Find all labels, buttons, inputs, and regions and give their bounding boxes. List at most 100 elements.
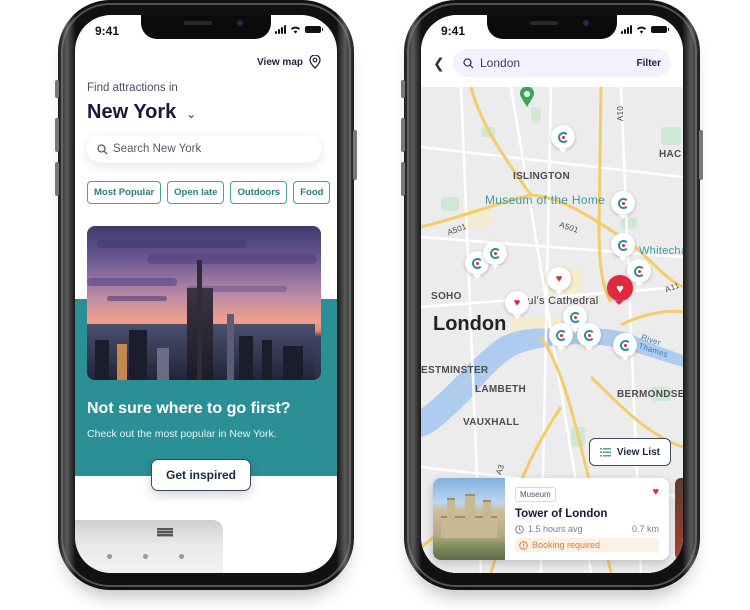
map-pin-attraction[interactable]: [611, 191, 635, 219]
list-icon: [599, 447, 611, 456]
map-pin-attraction[interactable]: [613, 333, 637, 361]
map-label-hackney: HAC: [659, 149, 682, 160]
booking-notice: Booking required: [515, 538, 659, 552]
power-button: [353, 130, 357, 180]
map-label-whitechapel: Whitechap: [639, 245, 683, 257]
attraction-thumbnail[interactable]: [75, 520, 223, 573]
new-york-skyline-image[interactable]: [87, 226, 321, 380]
map-label-lambeth: LAMBETH: [475, 384, 526, 395]
heart-icon: ♥: [616, 280, 624, 296]
status-bar: 9:41: [75, 15, 337, 45]
alert-circle-icon: [519, 540, 528, 550]
search-value: London: [480, 56, 521, 70]
booking-notice-text: Booking required: [532, 540, 601, 550]
battery-icon: [305, 26, 323, 33]
wifi-icon: [290, 26, 301, 34]
search-input[interactable]: Search New York: [87, 135, 321, 163]
attraction-marker-icon: [471, 257, 483, 269]
chip-most-popular[interactable]: Most Popular: [87, 181, 162, 204]
distance-text: 0.7 km: [631, 524, 659, 534]
attraction-title: Tower of London: [515, 508, 608, 520]
cellular-signal-icon: [621, 25, 632, 34]
search-icon: [463, 57, 474, 68]
power-button: [699, 130, 703, 180]
attraction-card[interactable]: Museum ♥ Tower of London 1.5 hours avg 0…: [433, 478, 669, 560]
vent-detail: [157, 528, 173, 537]
screen-explore: 9:41 View map Find attractions in New Yo…: [75, 15, 337, 573]
map-pin-attraction[interactable]: [551, 125, 575, 153]
map-view[interactable]: ISLINGTON Museum of the Home HAC Whitech…: [421, 87, 683, 573]
heart-icon: ♥: [513, 297, 521, 309]
city-selector[interactable]: New York ⌄: [87, 101, 196, 124]
tower-of-london-image: [433, 478, 505, 560]
map-search-input[interactable]: London Filter: [453, 49, 671, 77]
attraction-marker-icon: [633, 265, 645, 277]
phone-frame-right: 9:41 ❮ London Filter ISLINGTON Museum of…: [401, 0, 703, 590]
map-pin-selected[interactable]: ♥: [607, 275, 633, 305]
heart-icon: ♥: [555, 273, 563, 285]
volume-down-button: [55, 162, 59, 196]
map-label-bermondsey: BERMONDSE: [617, 389, 683, 400]
screen-map: 9:41 ❮ London Filter ISLINGTON Museum of…: [421, 15, 683, 573]
view-list-button[interactable]: View List: [588, 438, 671, 466]
attraction-marker-icon: [619, 339, 631, 351]
map-pin-favorite[interactable]: ♥: [547, 267, 571, 295]
attraction-marker-icon: [489, 247, 501, 259]
view-map-button[interactable]: View map: [257, 55, 321, 69]
filter-chips: Most Popular Open late Outdoors Food: [87, 181, 331, 204]
chip-outdoors[interactable]: Outdoors: [230, 181, 288, 204]
map-poi-museum-of-the-home[interactable]: Museum of the Home: [485, 193, 605, 207]
mute-switch: [55, 80, 59, 98]
get-inspired-button[interactable]: Get inspired: [151, 459, 251, 491]
favorite-heart-icon[interactable]: ♥: [652, 486, 659, 498]
map-pin-favorite[interactable]: ♥: [505, 291, 529, 319]
map-label-vauxhall: VAUXHALL: [463, 417, 520, 428]
view-list-label: View List: [616, 446, 660, 458]
view-map-label: View map: [257, 56, 303, 68]
filter-button[interactable]: Filter: [637, 58, 661, 69]
cellular-signal-icon: [275, 25, 286, 34]
phone-frame-left: 9:41 View map Find attractions in New Yo…: [55, 0, 357, 590]
map-poi-st-pauls[interactable]: aul's Cathedral: [521, 295, 599, 307]
map-pin-attraction[interactable]: [611, 233, 635, 261]
map-pin-attraction[interactable]: [577, 323, 601, 351]
promo-subtitle: Check out the most popular in New York.: [87, 428, 277, 440]
map-label-westminster: ESTMINSTER: [421, 365, 489, 376]
status-time: 9:41: [95, 24, 120, 38]
chip-open-late[interactable]: Open late: [167, 181, 225, 204]
wifi-icon: [636, 26, 647, 34]
back-arrow-icon[interactable]: ❮: [433, 55, 445, 72]
search-placeholder: Search New York: [113, 143, 202, 155]
park-marker-icon[interactable]: [519, 87, 535, 107]
attraction-marker-icon: [617, 197, 629, 209]
next-card-peek[interactable]: [675, 478, 683, 560]
attraction-marker-icon: [617, 239, 629, 251]
map-label-london: London: [433, 313, 507, 335]
duration-text: 1.5 hours avg: [528, 524, 583, 534]
map-pin-attraction[interactable]: [627, 259, 651, 287]
map-label-soho: SOHO: [431, 291, 462, 302]
battery-icon: [651, 26, 669, 33]
chevron-down-icon: ⌄: [186, 106, 197, 121]
volume-up-button: [55, 118, 59, 152]
search-icon: [97, 143, 108, 154]
chip-food[interactable]: Food: [293, 181, 331, 204]
find-attractions-label: Find attractions in: [87, 82, 178, 94]
city-name: New York: [87, 101, 177, 123]
map-road-a10: A10: [616, 105, 626, 122]
attraction-marker-icon: [569, 311, 581, 323]
status-bar: 9:41: [421, 15, 683, 45]
location-pin-icon: [309, 55, 321, 69]
status-time: 9:41: [441, 24, 466, 38]
mute-switch: [401, 80, 405, 98]
attraction-marker-icon: [583, 329, 595, 341]
clock-icon: [515, 524, 524, 534]
category-tag: Museum: [515, 487, 556, 502]
attraction-marker-icon: [557, 131, 569, 143]
volume-up-button: [401, 118, 405, 152]
map-pin-attraction[interactable]: [549, 323, 573, 351]
map-label-islington: ISLINGTON: [513, 171, 570, 182]
promo-title: Not sure where to go first?: [87, 400, 291, 417]
map-pin-attraction[interactable]: [483, 241, 507, 269]
attraction-marker-icon: [555, 329, 567, 341]
